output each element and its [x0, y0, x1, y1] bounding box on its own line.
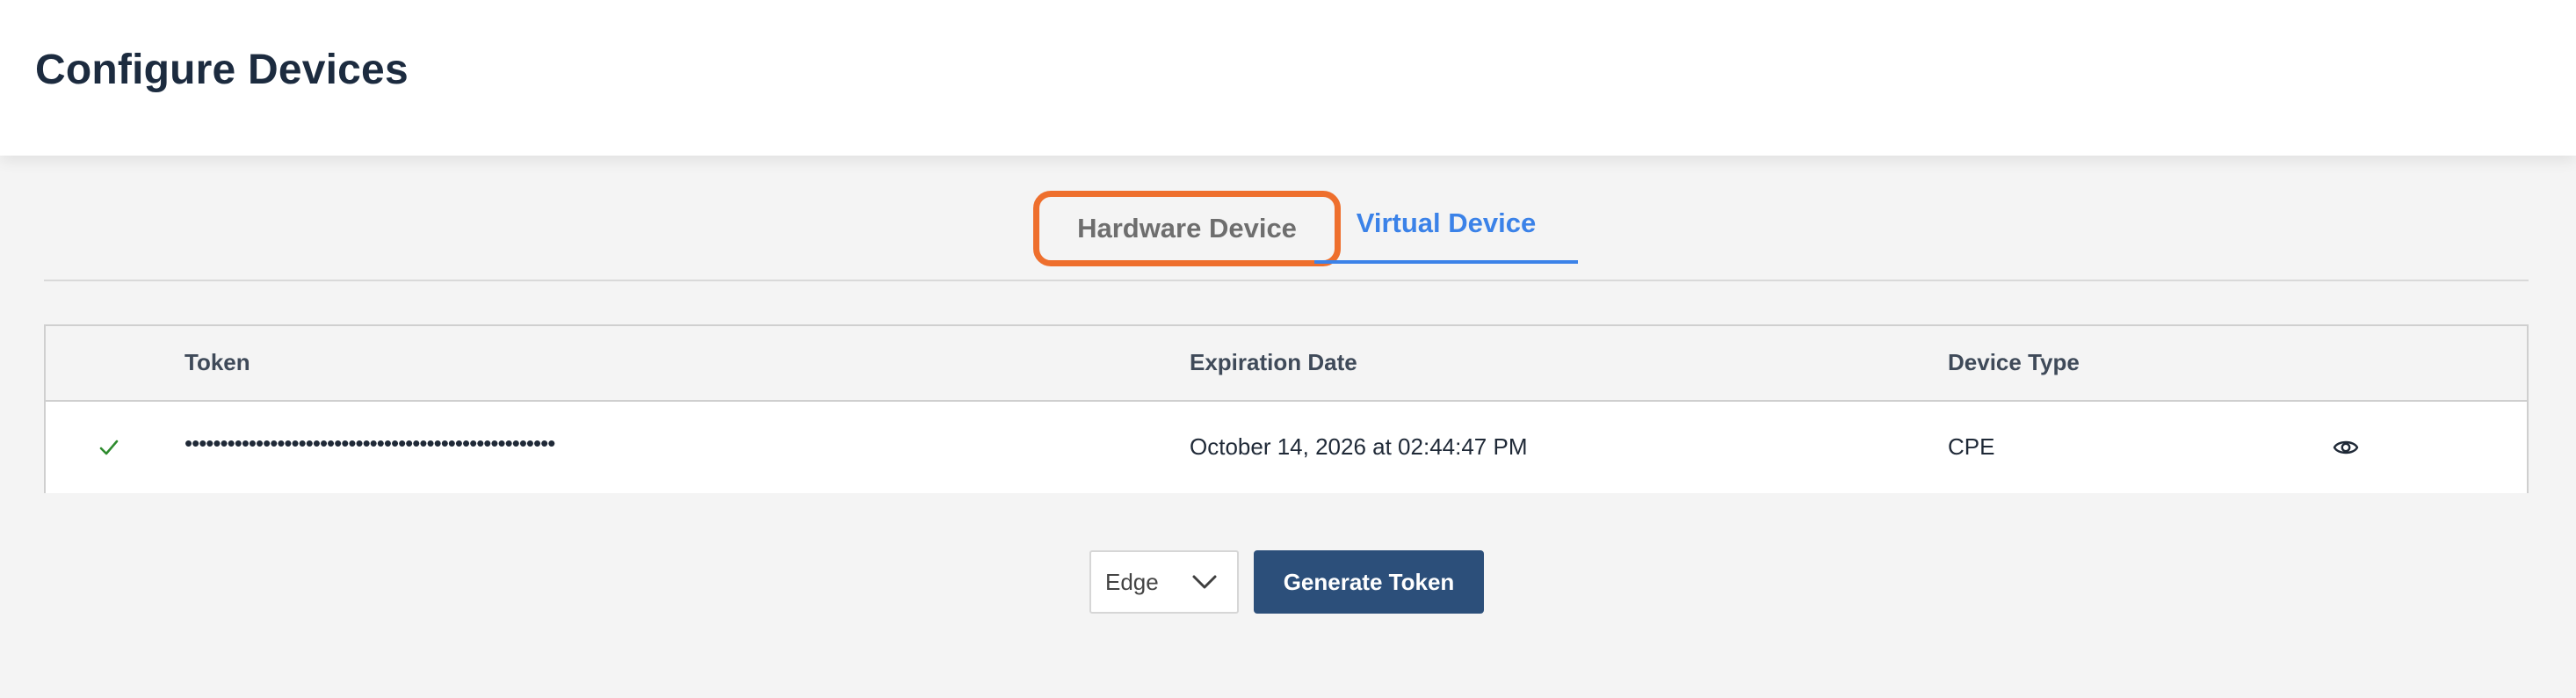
tab-hardware-device[interactable]: Hardware Device [1033, 191, 1341, 266]
column-header-expiration-date: Expiration Date [1190, 349, 1357, 375]
check-icon [99, 440, 119, 455]
table-row: ••••••••••••••••••••••••••••••••••••••••… [46, 402, 2527, 493]
chevron-down-icon [1192, 575, 1217, 589]
token-value: ••••••••••••••••••••••••••••••••••••••••… [185, 430, 555, 456]
tab-virtual-device[interactable]: Virtual Device [1314, 185, 1578, 264]
eye-icon[interactable] [2333, 435, 2359, 460]
generate-token-button[interactable]: Generate Token [1254, 550, 1484, 614]
expiration-date-value: October 14, 2026 at 02:44:47 PM [1190, 433, 1528, 460]
page-title: Configure Devices [35, 47, 409, 93]
page-header: Configure Devices [0, 0, 2576, 156]
table-header: Token Expiration Date Device Type [46, 326, 2527, 402]
select-value: Edge [1105, 568, 1159, 595]
device-type-select[interactable]: Edge [1089, 550, 1239, 614]
column-header-device-type: Device Type [1948, 349, 2080, 375]
device-tabs: Hardware Device Virtual Device [44, 185, 2529, 281]
token-table: Token Expiration Date Device Type ••••••… [44, 324, 2529, 493]
column-header-token: Token [185, 349, 250, 375]
device-type-value: CPE [1948, 433, 1995, 460]
